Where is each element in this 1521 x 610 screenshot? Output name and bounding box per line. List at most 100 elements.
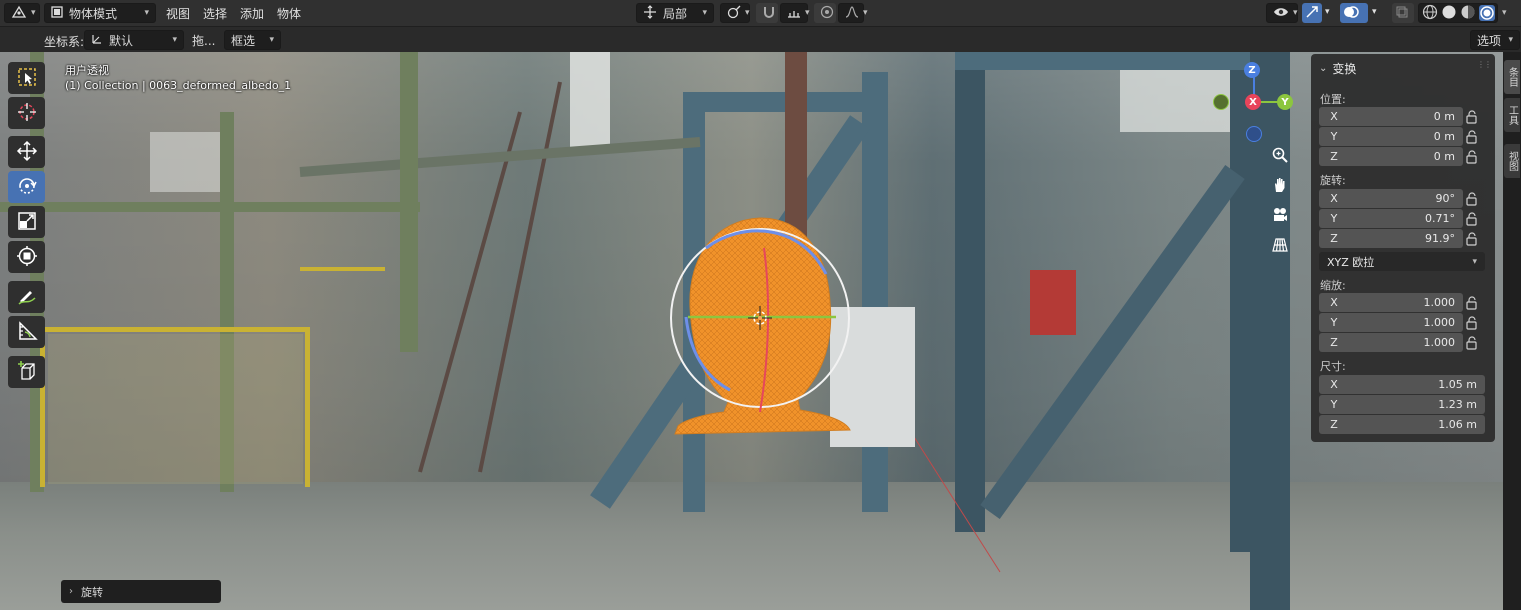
menu-object[interactable]: 物体	[277, 5, 301, 22]
editor-type-button[interactable]: ▾	[4, 3, 40, 23]
move-tool[interactable]	[8, 136, 45, 168]
rotation-z-field[interactable]: Z 91.9°	[1319, 229, 1463, 248]
material-shading-icon[interactable]	[1460, 4, 1476, 23]
axis-label: X	[1330, 192, 1338, 205]
rotation-mode-dropdown[interactable]: XYZ 欧拉 ▾	[1319, 252, 1485, 271]
lock-icon[interactable]	[1465, 130, 1479, 144]
measure-icon	[16, 320, 38, 345]
scale-x-value: 1.000	[1423, 296, 1456, 309]
zoom-view-button[interactable]	[1268, 144, 1292, 168]
coord-system-dropdown[interactable]: 默认 ▾	[84, 30, 184, 50]
scale-tool[interactable]	[8, 206, 45, 238]
menu-view[interactable]: 视图	[166, 5, 190, 22]
hand-icon	[1271, 176, 1289, 197]
lock-icon[interactable]	[1465, 296, 1479, 310]
overlays-toggle[interactable]	[1340, 3, 1368, 23]
operator-title: 旋转	[81, 585, 103, 599]
perspective-toggle-button[interactable]	[1268, 234, 1292, 258]
drag-action-dropdown[interactable]: 拖...	[186, 30, 222, 50]
editor-type-icon	[11, 4, 27, 23]
gizmo-dropdown-chevron[interactable]: ▾	[1325, 7, 1330, 17]
snap-target-dropdown[interactable]: ▾	[780, 3, 810, 23]
lock-icon[interactable]	[1465, 110, 1479, 124]
menu-select[interactable]: 选择	[203, 5, 227, 22]
transform-orientation-dropdown[interactable]: 局部 ▾	[636, 3, 714, 23]
transform-tool[interactable]	[8, 241, 45, 273]
rotate-tool[interactable]	[8, 171, 45, 203]
options-dropdown[interactable]: 选项 ▾	[1470, 30, 1520, 50]
location-x-field[interactable]: X 0 m	[1319, 107, 1463, 126]
dimension-y-value: 1.23 m	[1438, 398, 1477, 411]
eye-icon	[1273, 6, 1289, 21]
tab-item[interactable]: 条目	[1504, 60, 1520, 94]
lock-icon[interactable]	[1465, 232, 1479, 246]
pan-view-button[interactable]	[1268, 174, 1292, 198]
dimension-x-field[interactable]: X 1.05 m	[1319, 375, 1485, 394]
nav-axis-y[interactable]: Y	[1277, 94, 1293, 110]
wireframe-shading-icon[interactable]	[1422, 4, 1438, 23]
3d-viewport[interactable]: 用户透视 (1) Collection | 0063_deformed_albe…	[0, 52, 1503, 610]
magnet-icon	[762, 5, 776, 22]
cursor-icon	[16, 101, 38, 126]
rotation-x-field[interactable]: X 90°	[1319, 189, 1463, 208]
falloff-curve-icon	[845, 5, 859, 22]
lock-icon[interactable]	[1465, 316, 1479, 330]
measure-tool[interactable]	[8, 316, 45, 348]
chevron-right-icon: ›	[69, 586, 73, 597]
rotation-mode-value: XYZ 欧拉	[1327, 255, 1375, 269]
tab-view[interactable]: 视图	[1504, 144, 1520, 178]
nav-axis-z[interactable]: Z	[1244, 62, 1260, 78]
add-cube-icon	[16, 360, 38, 385]
snap-toggle[interactable]	[756, 3, 778, 23]
shading-dropdown-chevron[interactable]: ▾	[1498, 8, 1507, 18]
dimension-x-value: 1.05 m	[1438, 378, 1477, 391]
transform-section-header[interactable]: ⌄ 变换	[1319, 60, 1356, 77]
rotation-y-field[interactable]: Y 0.71°	[1319, 209, 1463, 228]
camera-view-button[interactable]	[1268, 204, 1292, 228]
location-z-value: 0 m	[1433, 150, 1455, 163]
solid-shading-icon[interactable]	[1441, 4, 1457, 23]
scale-z-field[interactable]: Z 1.000	[1319, 333, 1463, 352]
rotate-icon	[16, 175, 38, 200]
rendered-shading-icon[interactable]	[1479, 5, 1495, 21]
last-operator-panel[interactable]: › 旋转	[61, 580, 221, 603]
lock-icon[interactable]	[1465, 192, 1479, 206]
lock-icon[interactable]	[1465, 212, 1479, 226]
pivot-point-dropdown[interactable]: ▾	[720, 3, 750, 23]
drag-handle-icon[interactable]: ⋮⋮	[1477, 60, 1492, 69]
menu-add[interactable]: 添加	[240, 5, 264, 22]
add-cube-tool[interactable]	[8, 356, 45, 388]
select-mode-dropdown[interactable]: 框选 ▾	[224, 30, 281, 50]
proportional-edit-toggle[interactable]	[814, 3, 836, 23]
overlays-dropdown-chevron[interactable]: ▾	[1372, 7, 1377, 17]
xray-toggle[interactable]	[1392, 3, 1414, 23]
axis-label: X	[1330, 110, 1338, 123]
location-z-field[interactable]: Z 0 m	[1319, 147, 1463, 166]
select-box-tool[interactable]	[8, 62, 45, 94]
location-x-value: 0 m	[1433, 110, 1455, 123]
gizmo-toggle[interactable]	[1302, 3, 1322, 23]
scale-y-field[interactable]: Y 1.000	[1319, 313, 1463, 332]
location-y-field[interactable]: Y 0 m	[1319, 127, 1463, 146]
nav-axis-neg-y[interactable]	[1213, 94, 1229, 110]
mode-label: 物体模式	[69, 6, 118, 21]
dimensions-label: 尺寸:	[1320, 360, 1346, 373]
dimension-z-field[interactable]: Z 1.06 m	[1319, 415, 1485, 434]
axis-label: Y	[1330, 398, 1338, 411]
axis-label: Z	[1330, 232, 1338, 245]
cursor-tool[interactable]	[8, 97, 45, 129]
visibility-dropdown[interactable]: ▾	[1266, 3, 1298, 23]
lock-icon[interactable]	[1465, 150, 1479, 164]
mode-dropdown[interactable]: 物体模式 ▾	[44, 3, 156, 23]
nav-axis-x[interactable]: X	[1245, 94, 1261, 110]
scale-z-value: 1.000	[1423, 336, 1456, 349]
dimension-y-field[interactable]: Y 1.23 m	[1319, 395, 1485, 414]
tab-tool[interactable]: 工具	[1504, 98, 1520, 132]
move-icon	[16, 140, 38, 165]
lock-icon[interactable]	[1465, 336, 1479, 350]
annotate-tool[interactable]	[8, 281, 45, 313]
nav-axis-neg-z[interactable]	[1246, 126, 1262, 142]
scale-x-field[interactable]: X 1.000	[1319, 293, 1463, 312]
axis-label: Y	[1330, 212, 1338, 225]
falloff-dropdown[interactable]: ▾	[838, 3, 868, 23]
